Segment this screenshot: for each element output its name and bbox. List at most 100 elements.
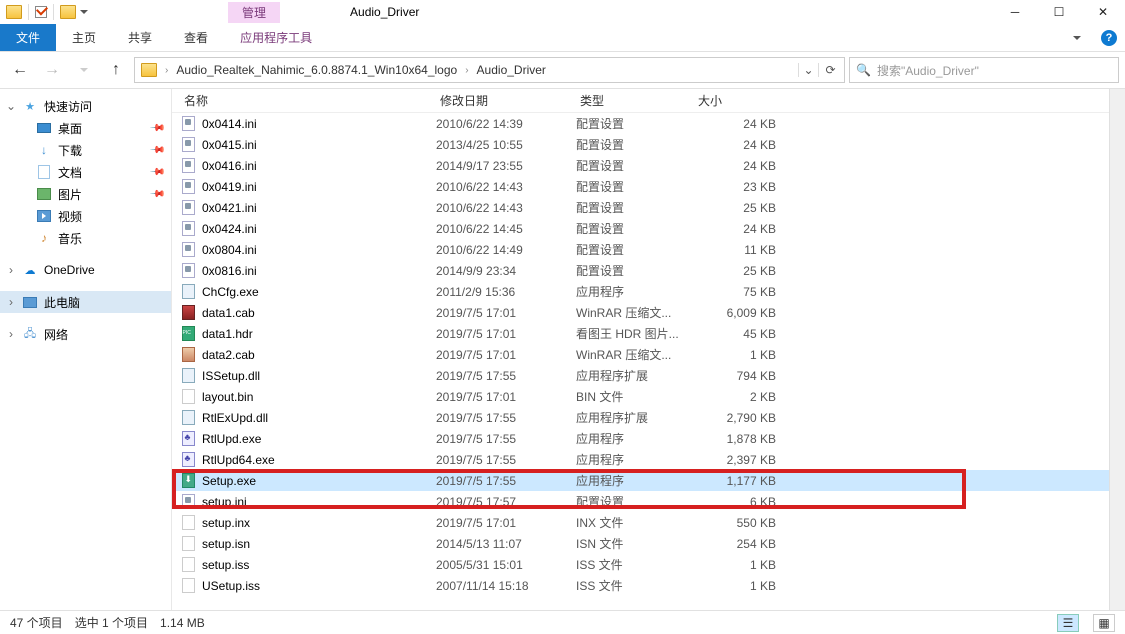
network-icon: 🖧 — [22, 326, 38, 342]
file-row[interactable]: Setup.exe2019/7/5 17:55应用程序1,177 KB — [172, 470, 1109, 491]
file-date: 2007/11/14 15:18 — [436, 579, 576, 593]
qat-open-icon[interactable] — [60, 5, 76, 19]
file-size: 25 KB — [690, 201, 780, 215]
qat-checkbox[interactable] — [35, 6, 47, 18]
title-bar: 管理 Audio_Driver ─ ☐ ✕ — [0, 0, 1125, 24]
file-row[interactable]: 0x0416.ini2014/9/17 23:55配置设置24 KB — [172, 155, 1109, 176]
navpane-label: 快速访问 — [44, 98, 92, 115]
file-row[interactable]: setup.inx2019/7/5 17:01INX 文件550 KB — [172, 512, 1109, 533]
file-row[interactable]: 0x0816.ini2014/9/9 23:34配置设置25 KB — [172, 260, 1109, 281]
minimize-button[interactable]: ─ — [993, 0, 1037, 24]
file-row[interactable]: data1.hdr2019/7/5 17:01看图王 HDR 图片...45 K… — [172, 323, 1109, 344]
tab-file[interactable]: 文件 — [0, 24, 56, 51]
file-size: 25 KB — [690, 264, 780, 278]
file-type: 配置设置 — [576, 136, 690, 153]
chevron-down-icon[interactable]: ⌄ — [6, 99, 16, 113]
column-header-type[interactable]: 类型 — [576, 92, 694, 109]
maximize-button[interactable]: ☐ — [1037, 0, 1081, 24]
video-icon — [36, 208, 52, 224]
file-icon — [180, 200, 196, 216]
chevron-right-icon[interactable]: › — [6, 263, 16, 277]
navpane-network[interactable]: › 🖧 网络 — [0, 323, 171, 345]
help-button[interactable]: ? — [1093, 24, 1125, 51]
file-date: 2019/7/5 17:01 — [436, 390, 576, 404]
file-row[interactable]: 0x0424.ini2010/6/22 14:45配置设置24 KB — [172, 218, 1109, 239]
back-button[interactable]: ← — [6, 57, 34, 83]
details-view-button[interactable]: ☰ — [1057, 614, 1079, 632]
file-row[interactable]: setup.iss2005/5/31 15:01ISS 文件1 KB — [172, 554, 1109, 575]
file-row[interactable]: RtlUpd64.exe2019/7/5 17:55应用程序2,397 KB — [172, 449, 1109, 470]
file-row[interactable]: RtlUpd.exe2019/7/5 17:55应用程序1,878 KB — [172, 428, 1109, 449]
breadcrumb-dropdown-button[interactable]: ⌄ — [798, 63, 818, 77]
file-date: 2010/6/22 14:45 — [436, 222, 576, 236]
refresh-button[interactable]: ⟳ — [818, 63, 842, 77]
file-name: ChCfg.exe — [202, 285, 436, 299]
breadcrumb-item[interactable]: Audio_Driver — [473, 63, 550, 77]
ribbon-collapse-button[interactable] — [1061, 24, 1093, 51]
up-button[interactable]: ↑ — [102, 57, 130, 83]
search-input[interactable]: 🔍 搜索"Audio_Driver" — [849, 57, 1119, 83]
column-header-size[interactable]: 大小 — [694, 92, 786, 109]
column-header-date[interactable]: 修改日期 — [436, 92, 576, 109]
breadcrumb-item[interactable]: Audio_Realtek_Nahimic_6.0.8874.1_Win10x6… — [172, 63, 461, 77]
navpane-onedrive[interactable]: › ☁ OneDrive — [0, 259, 171, 281]
file-row[interactable]: setup.isn2014/5/13 11:07ISN 文件254 KB — [172, 533, 1109, 554]
file-row[interactable]: data1.cab2019/7/5 17:01WinRAR 压缩文...6,00… — [172, 302, 1109, 323]
close-button[interactable]: ✕ — [1081, 0, 1125, 24]
tab-app-tools[interactable]: 应用程序工具 — [224, 24, 328, 51]
file-row[interactable]: ISSetup.dll2019/7/5 17:55应用程序扩展794 KB — [172, 365, 1109, 386]
file-type: 配置设置 — [576, 178, 690, 195]
search-icon: 🔍 — [856, 63, 871, 77]
vertical-scrollbar[interactable] — [1109, 89, 1125, 610]
file-row[interactable]: 0x0414.ini2010/6/22 14:39配置设置24 KB — [172, 113, 1109, 134]
file-size: 2,397 KB — [690, 453, 780, 467]
file-name: setup.isn — [202, 537, 436, 551]
tab-share[interactable]: 共享 — [112, 24, 168, 51]
file-row[interactable]: 0x0804.ini2010/6/22 14:49配置设置11 KB — [172, 239, 1109, 260]
file-name: data2.cab — [202, 348, 436, 362]
chevron-right-icon[interactable]: › — [461, 65, 472, 76]
desktop-icon — [36, 120, 52, 136]
file-type: 配置设置 — [576, 241, 690, 258]
file-row[interactable]: 0x0415.ini2013/4/25 10:55配置设置24 KB — [172, 134, 1109, 155]
navpane-this-pc[interactable]: › 此电脑 — [0, 291, 171, 313]
file-row[interactable]: 0x0421.ini2010/6/22 14:43配置设置25 KB — [172, 197, 1109, 218]
large-icons-view-button[interactable]: ▦ — [1093, 614, 1115, 632]
tab-home[interactable]: 主页 — [56, 24, 112, 51]
qat-dropdown-icon[interactable] — [80, 10, 88, 14]
tab-view[interactable]: 查看 — [168, 24, 224, 51]
file-row[interactable]: 0x0419.ini2010/6/22 14:43配置设置23 KB — [172, 176, 1109, 197]
column-header-name[interactable]: 名称 — [180, 92, 436, 109]
breadcrumb[interactable]: › Audio_Realtek_Nahimic_6.0.8874.1_Win10… — [134, 57, 845, 83]
navpane-item[interactable]: 图片📌 — [0, 183, 171, 205]
file-icon — [180, 431, 196, 447]
forward-button[interactable]: → — [38, 57, 66, 83]
chevron-right-icon[interactable]: › — [6, 295, 16, 309]
status-bar: 47 个项目 选中 1 个项目 1.14 MB ☰ ▦ — [0, 610, 1125, 634]
file-size: 254 KB — [690, 537, 780, 551]
navpane-item[interactable]: ↓下载📌 — [0, 139, 171, 161]
navpane-item[interactable]: 文档📌 — [0, 161, 171, 183]
file-type: 看图王 HDR 图片... — [576, 325, 690, 342]
file-row[interactable]: data2.cab2019/7/5 17:01WinRAR 压缩文...1 KB — [172, 344, 1109, 365]
recent-locations-button[interactable] — [70, 57, 98, 83]
navpane-item[interactable]: 视频 — [0, 205, 171, 227]
navpane-item[interactable]: ♪音乐 — [0, 227, 171, 249]
file-icon — [180, 368, 196, 384]
file-row[interactable]: USetup.iss2007/11/14 15:18ISS 文件1 KB — [172, 575, 1109, 596]
chevron-right-icon[interactable]: › — [161, 65, 172, 76]
download-icon: ↓ — [36, 142, 52, 158]
navpane-item[interactable]: 桌面📌 — [0, 117, 171, 139]
file-row[interactable]: setup.ini2019/7/5 17:57配置设置6 KB — [172, 491, 1109, 512]
app-icon[interactable] — [6, 5, 22, 19]
file-row[interactable]: RtlExUpd.dll2019/7/5 17:55应用程序扩展2,790 KB — [172, 407, 1109, 428]
navpane-quick-access[interactable]: ⌄ ★ 快速访问 — [0, 95, 171, 117]
file-row[interactable]: layout.bin2019/7/5 17:01BIN 文件2 KB — [172, 386, 1109, 407]
chevron-right-icon[interactable]: › — [6, 327, 16, 341]
file-date: 2010/6/22 14:43 — [436, 201, 576, 215]
file-type: 配置设置 — [576, 262, 690, 279]
pin-icon: 📌 — [148, 186, 165, 203]
file-row[interactable]: ChCfg.exe2011/2/9 15:36应用程序75 KB — [172, 281, 1109, 302]
separator — [28, 4, 29, 20]
file-icon — [180, 557, 196, 573]
